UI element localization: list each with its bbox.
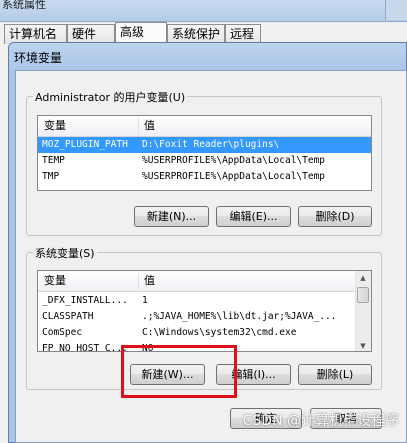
system-vars-scrollbar[interactable]: ▲ ▼ bbox=[355, 271, 371, 351]
var-name: MOZ_PLUGIN_PATH bbox=[42, 139, 128, 150]
var-name: ComSpec bbox=[42, 327, 83, 338]
var-value: %USERPROFILE%\AppData\Local\Temp bbox=[142, 171, 326, 182]
var-value: .;%JAVA_HOME%\lib\dt.jar;%JAVA_... bbox=[142, 311, 337, 322]
red-highlight-box bbox=[121, 345, 237, 398]
var-value: D:\Foxit Reader\plugins\ bbox=[142, 139, 280, 150]
parent-window-title: 系统属性 bbox=[2, 0, 46, 11]
tab-hardware[interactable]: 硬件 bbox=[67, 24, 115, 44]
system-var-row[interactable]: ComSpec C:\Windows\system32\cmd.exe bbox=[38, 325, 371, 341]
tab-remote[interactable]: 远程 bbox=[225, 24, 261, 44]
scroll-up-icon[interactable]: ▲ bbox=[356, 271, 370, 285]
col-header-value[interactable]: 值 bbox=[138, 271, 348, 291]
user-delete-button[interactable]: 删除(D) bbox=[298, 206, 372, 227]
scroll-down-icon[interactable]: ▼ bbox=[356, 339, 370, 351]
dialog-title: 环境变量 bbox=[14, 51, 63, 65]
user-var-row[interactable]: TMP %USERPROFILE%\AppData\Local\Temp bbox=[38, 169, 371, 185]
parent-window-titlebar: 系统属性 bbox=[0, 0, 407, 22]
user-vars-list[interactable]: 变量 值 MOZ_PLUGIN_PATH D:\Foxit Reader\plu… bbox=[37, 115, 372, 191]
scroll-thumb[interactable] bbox=[357, 287, 369, 303]
system-var-row[interactable]: _DFX_INSTALL... 1 bbox=[38, 293, 371, 309]
system-vars-label: 系统变量(S) bbox=[33, 245, 97, 261]
var-value: C:\Windows\system32\cmd.exe bbox=[142, 327, 297, 338]
var-value: 1 bbox=[142, 295, 148, 306]
col-header-variable[interactable]: 变量 bbox=[38, 116, 138, 136]
user-vars-label: Administrator 的用户变量(U) bbox=[33, 89, 188, 105]
parent-close-button[interactable] bbox=[385, 0, 407, 20]
user-edit-button[interactable]: 编辑(E)... bbox=[216, 206, 291, 227]
system-vars-header: 变量 值 bbox=[38, 271, 371, 292]
col-header-variable[interactable]: 变量 bbox=[38, 271, 138, 291]
var-name: CLASSPATH bbox=[42, 311, 94, 322]
var-name: _DFX_INSTALL... bbox=[42, 295, 128, 306]
user-vars-header: 变量 值 bbox=[38, 116, 371, 137]
user-var-row[interactable]: TEMP %USERPROFILE%\AppData\Local\Temp bbox=[38, 153, 371, 169]
system-var-row[interactable]: CLASSPATH .;%JAVA_HOME%\lib\dt.jar;%JAVA… bbox=[38, 309, 371, 325]
tab-computer-name[interactable]: 计算机名 bbox=[4, 24, 67, 44]
var-value: %USERPROFILE%\AppData\Local\Temp bbox=[142, 155, 326, 166]
user-new-button[interactable]: 新建(N)... bbox=[134, 206, 209, 227]
var-name: TMP bbox=[42, 171, 60, 182]
system-vars-list[interactable]: 变量 值 _DFX_INSTALL... 1 CLASSPATH .;%JAVA… bbox=[37, 270, 372, 352]
tab-system-protection[interactable]: 系统保护 bbox=[167, 24, 225, 44]
col-header-value[interactable]: 值 bbox=[138, 116, 368, 136]
user-var-row[interactable]: MOZ_PLUGIN_PATH D:\Foxit Reader\plugins\ bbox=[38, 137, 371, 153]
system-delete-button[interactable]: 删除(L) bbox=[298, 364, 372, 385]
watermark-text: CSDN @计算机毕设程序 bbox=[242, 413, 399, 429]
tab-strip: 计算机名 硬件 高级 系统保护 远程 bbox=[4, 22, 407, 45]
var-name: TEMP bbox=[42, 155, 65, 166]
